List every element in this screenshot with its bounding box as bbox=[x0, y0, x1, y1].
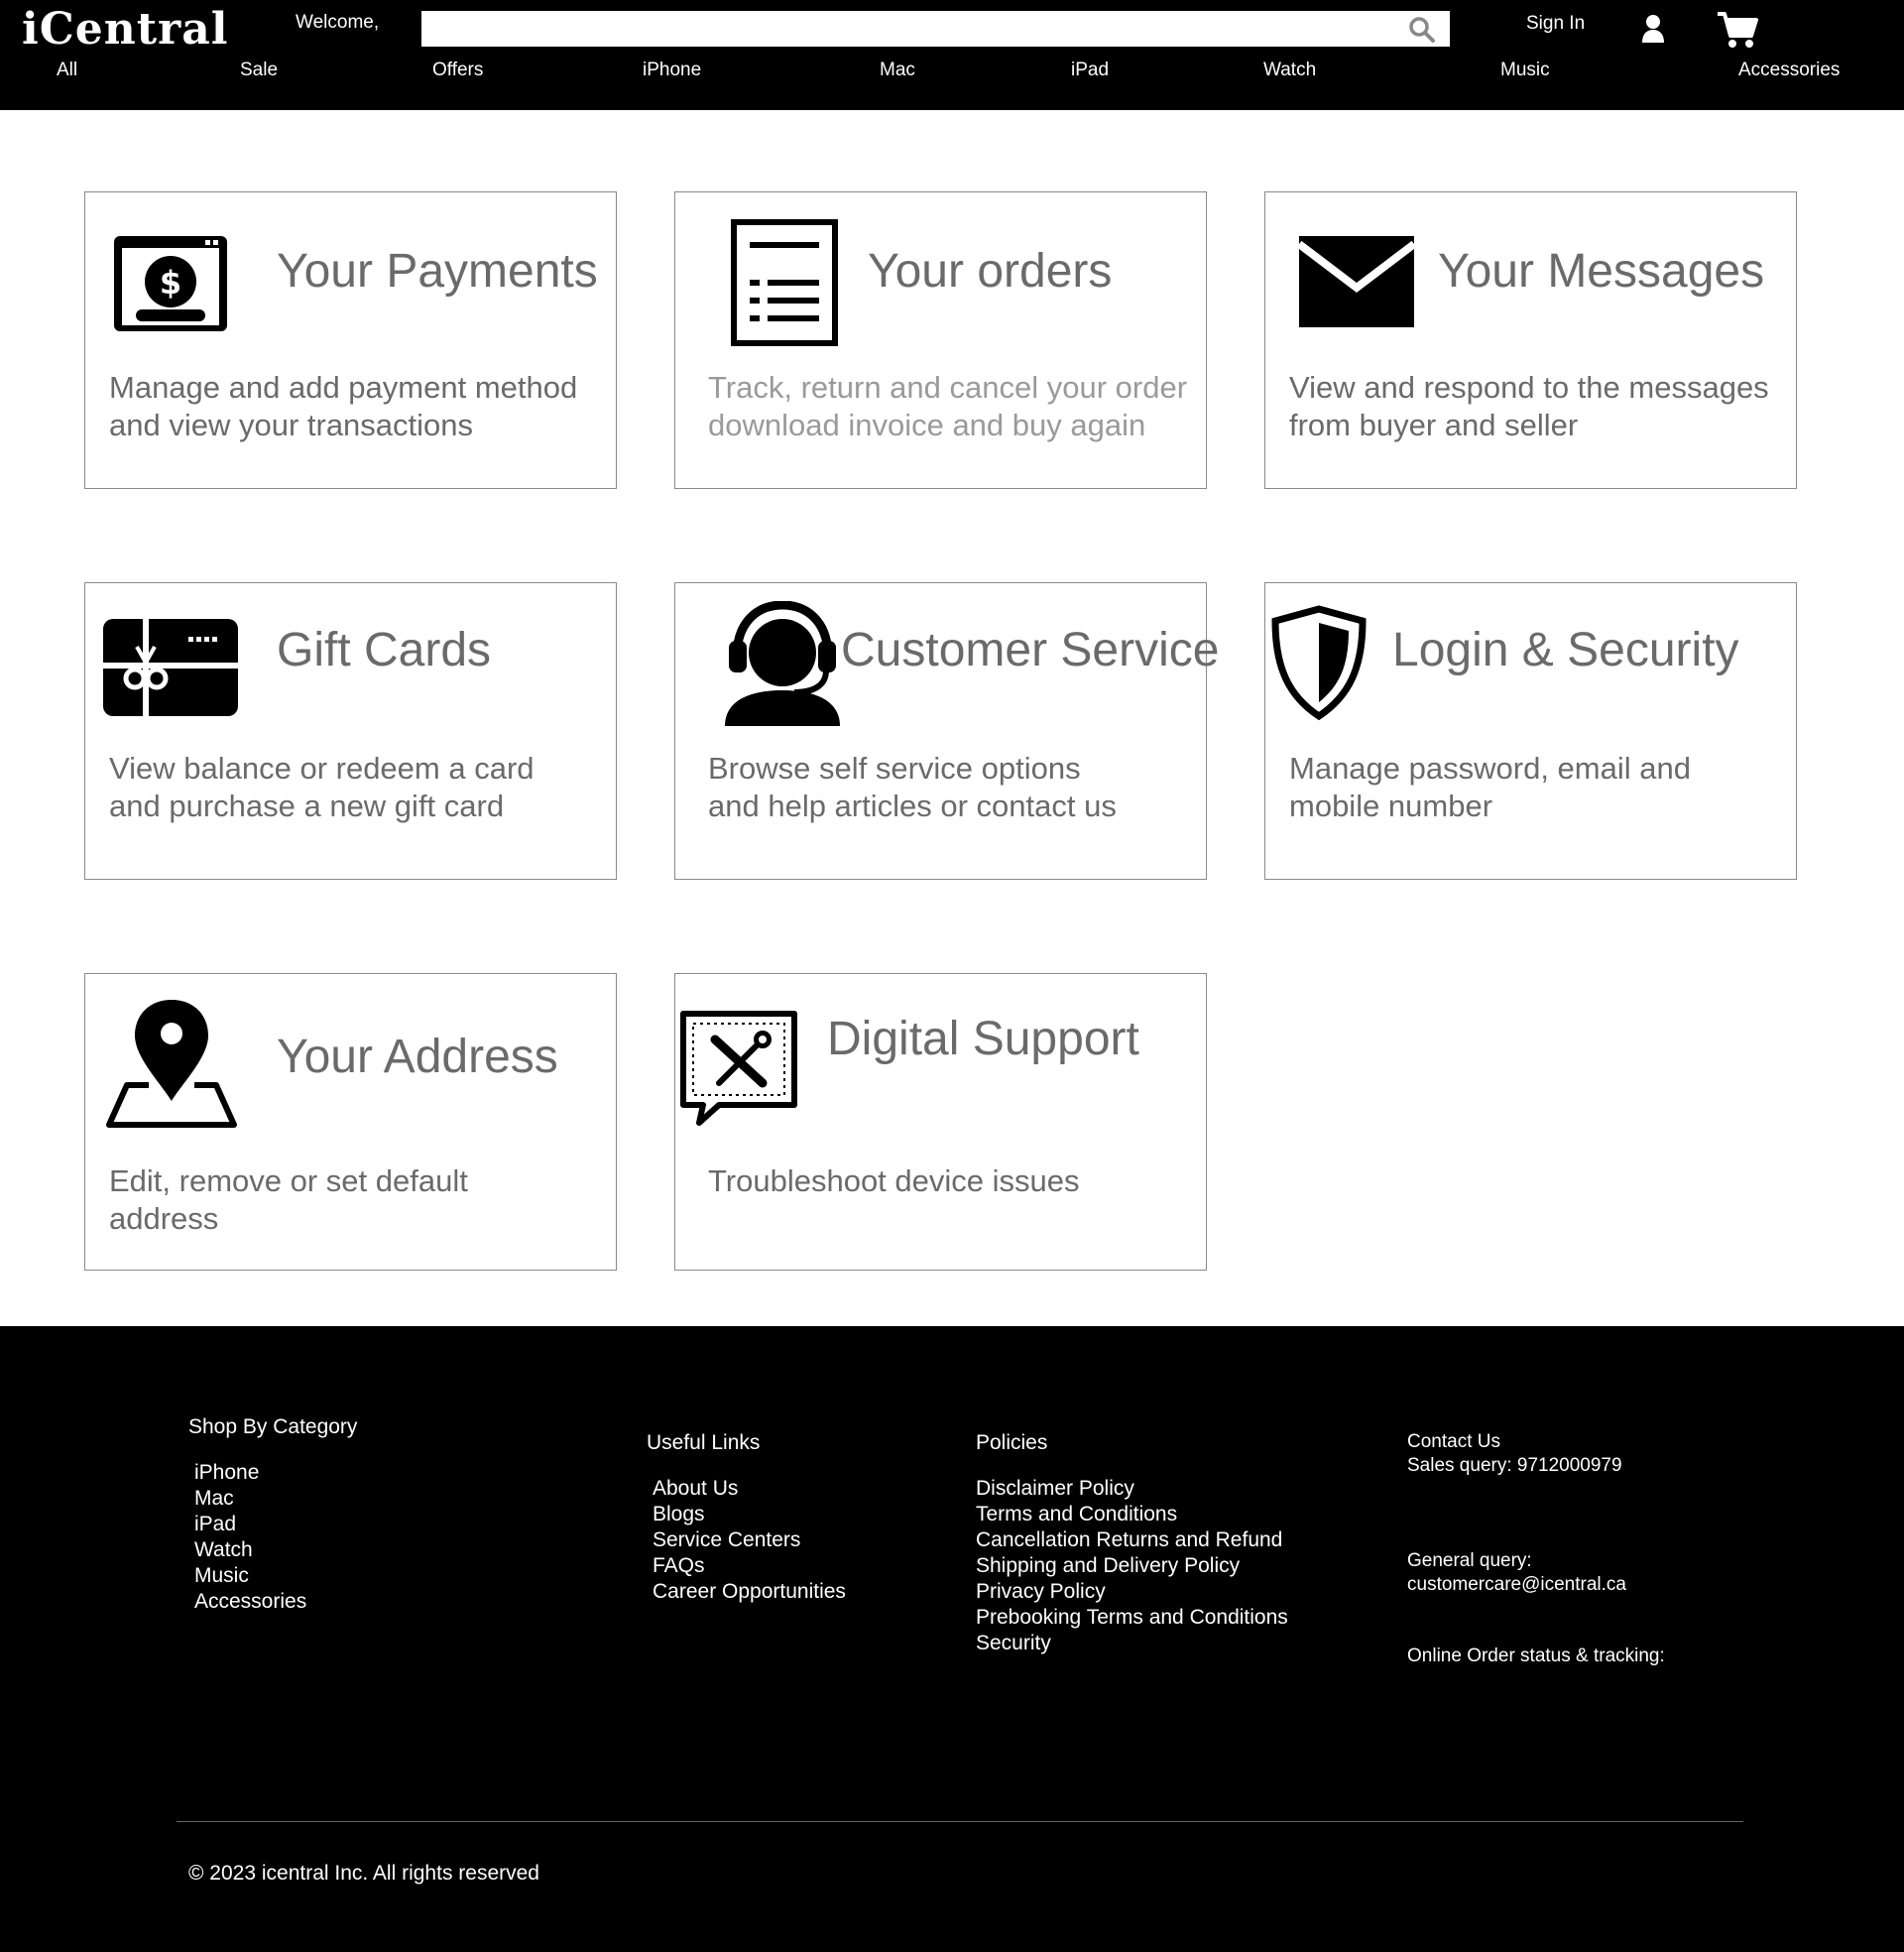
footer-link[interactable]: FAQs bbox=[653, 1553, 846, 1579]
card-title: Your orders bbox=[868, 245, 1113, 298]
sales-query: Sales query: 9712000979 bbox=[1407, 1455, 1622, 1476]
footer-policies-column: Policies Disclaimer Policy Terms and Con… bbox=[976, 1430, 1288, 1656]
footer-link[interactable]: Privacy Policy bbox=[976, 1579, 1288, 1605]
footer-link[interactable]: Watch bbox=[194, 1537, 357, 1563]
card-title: Login & Security bbox=[1392, 624, 1739, 676]
card-description: Troubleshoot device issues bbox=[708, 1163, 1080, 1198]
footer-contact-column: Contact Us Sales query: 9712000979 Gener… bbox=[1407, 1430, 1665, 1668]
card-title: Your Address bbox=[277, 1031, 558, 1083]
card-description: Track, return and cancel your order down… bbox=[708, 370, 1188, 442]
card-description: View and respond to the messages from bu… bbox=[1289, 370, 1769, 442]
nav-item-offers[interactable]: Offers bbox=[432, 58, 483, 83]
envelope-icon bbox=[1299, 236, 1414, 327]
card-gift-cards[interactable]: Gift Cards View balance or redeem a card… bbox=[84, 582, 617, 880]
shield-icon bbox=[1271, 605, 1367, 720]
card-description: Manage and add payment method and view y… bbox=[109, 370, 578, 442]
card-title: Your Messages bbox=[1438, 245, 1765, 298]
general-query-label: General query: bbox=[1407, 1550, 1532, 1571]
footer-link[interactable]: About Us bbox=[653, 1476, 846, 1502]
footer-link[interactable]: iPad bbox=[194, 1512, 357, 1537]
card-title: Customer Service bbox=[841, 624, 1220, 676]
card-login-security[interactable]: Login & Security Manage password, email … bbox=[1264, 582, 1797, 880]
card-title: Digital Support bbox=[827, 1013, 1139, 1065]
svg-text:$: $ bbox=[160, 264, 181, 302]
card-description: Manage password, email and mobile number bbox=[1289, 751, 1691, 823]
footer-link[interactable]: Mac bbox=[194, 1486, 357, 1512]
footer-heading: Policies bbox=[976, 1431, 1048, 1454]
footer-link[interactable]: Security bbox=[976, 1631, 1288, 1656]
footer-link[interactable]: iPhone bbox=[194, 1460, 357, 1486]
site-header: iCentral Welcome, Sign In All Sale Offer… bbox=[0, 0, 1904, 110]
footer-link[interactable]: Music bbox=[194, 1563, 357, 1589]
nav-item-all[interactable]: All bbox=[57, 58, 77, 83]
orders-icon bbox=[731, 219, 838, 346]
footer-link[interactable]: Shipping and Delivery Policy bbox=[976, 1553, 1288, 1579]
footer-link[interactable]: Terms and Conditions bbox=[976, 1502, 1288, 1527]
order-tracking-label[interactable]: Online Order status & tracking: bbox=[1407, 1645, 1665, 1668]
nav-item-iphone[interactable]: iPhone bbox=[643, 58, 701, 83]
nav-item-accessories[interactable]: Accessories bbox=[1738, 58, 1840, 83]
nav-item-watch[interactable]: Watch bbox=[1263, 58, 1316, 83]
cart-icon[interactable] bbox=[1716, 10, 1759, 50]
payment-icon: $ bbox=[114, 236, 227, 331]
nav-item-ipad[interactable]: iPad bbox=[1071, 58, 1109, 83]
card-digital-support[interactable]: Digital Support Troubleshoot device issu… bbox=[674, 973, 1207, 1271]
footer-link[interactable]: Cancellation Returns and Refund bbox=[976, 1527, 1288, 1553]
user-icon[interactable] bbox=[1638, 13, 1668, 45]
card-description: Edit, remove or set default address bbox=[109, 1163, 468, 1236]
sign-in-link[interactable]: Sign In bbox=[1526, 13, 1585, 35]
footer-shop-column: Shop By Category iPhone Mac iPad Watch M… bbox=[188, 1414, 357, 1615]
nav-item-music[interactable]: Music bbox=[1500, 58, 1550, 83]
card-description: Browse self service options and help art… bbox=[708, 751, 1117, 823]
headset-icon bbox=[725, 601, 840, 726]
general-query-email[interactable]: customercare@icentral.ca bbox=[1407, 1573, 1665, 1597]
footer-link[interactable]: Accessories bbox=[194, 1589, 357, 1615]
footer-heading: Useful Links bbox=[647, 1431, 761, 1454]
footer-link[interactable]: Career Opportunities bbox=[653, 1579, 846, 1605]
card-title: Gift Cards bbox=[277, 624, 492, 676]
map-pin-icon bbox=[106, 1000, 237, 1128]
welcome-text: Welcome, bbox=[296, 12, 380, 33]
card-address[interactable]: Your Address Edit, remove or set default… bbox=[84, 973, 617, 1271]
card-customer-service[interactable]: Customer Service Browse self service opt… bbox=[674, 582, 1219, 880]
search-input[interactable] bbox=[421, 11, 1450, 47]
tools-icon bbox=[680, 1011, 797, 1126]
site-footer: Shop By Category iPhone Mac iPad Watch M… bbox=[0, 1326, 1904, 1952]
nav-item-mac[interactable]: Mac bbox=[880, 58, 915, 83]
footer-link[interactable]: Prebooking Terms and Conditions bbox=[976, 1605, 1288, 1631]
search-icon[interactable] bbox=[1408, 16, 1436, 44]
gift-card-icon bbox=[103, 619, 238, 716]
card-payments[interactable]: $ Your Payments Manage and add payment m… bbox=[84, 191, 617, 489]
card-title: Your Payments bbox=[277, 245, 598, 298]
footer-link[interactable]: Blogs bbox=[653, 1502, 846, 1527]
card-messages[interactable]: Your Messages View and respond to the me… bbox=[1264, 191, 1797, 489]
footer-heading: Shop By Category bbox=[188, 1415, 358, 1438]
copyright-text: © 2023 icentral Inc. All rights reserved bbox=[188, 1862, 539, 1885]
footer-link[interactable]: Service Centers bbox=[653, 1527, 846, 1553]
category-nav: All Sale Offers iPhone Mac iPad Watch Mu… bbox=[0, 58, 1904, 83]
footer-link[interactable]: Disclaimer Policy bbox=[976, 1476, 1288, 1502]
site-logo[interactable]: iCentral bbox=[22, 6, 228, 54]
card-orders[interactable]: Your orders Track, return and cancel you… bbox=[674, 191, 1207, 489]
footer-useful-links-column: Useful Links About Us Blogs Service Cent… bbox=[647, 1430, 846, 1605]
footer-heading: Contact Us bbox=[1407, 1431, 1500, 1452]
footer-divider bbox=[177, 1821, 1743, 1822]
nav-item-sale[interactable]: Sale bbox=[240, 58, 278, 83]
card-description: View balance or redeem a card and purcha… bbox=[109, 751, 535, 823]
